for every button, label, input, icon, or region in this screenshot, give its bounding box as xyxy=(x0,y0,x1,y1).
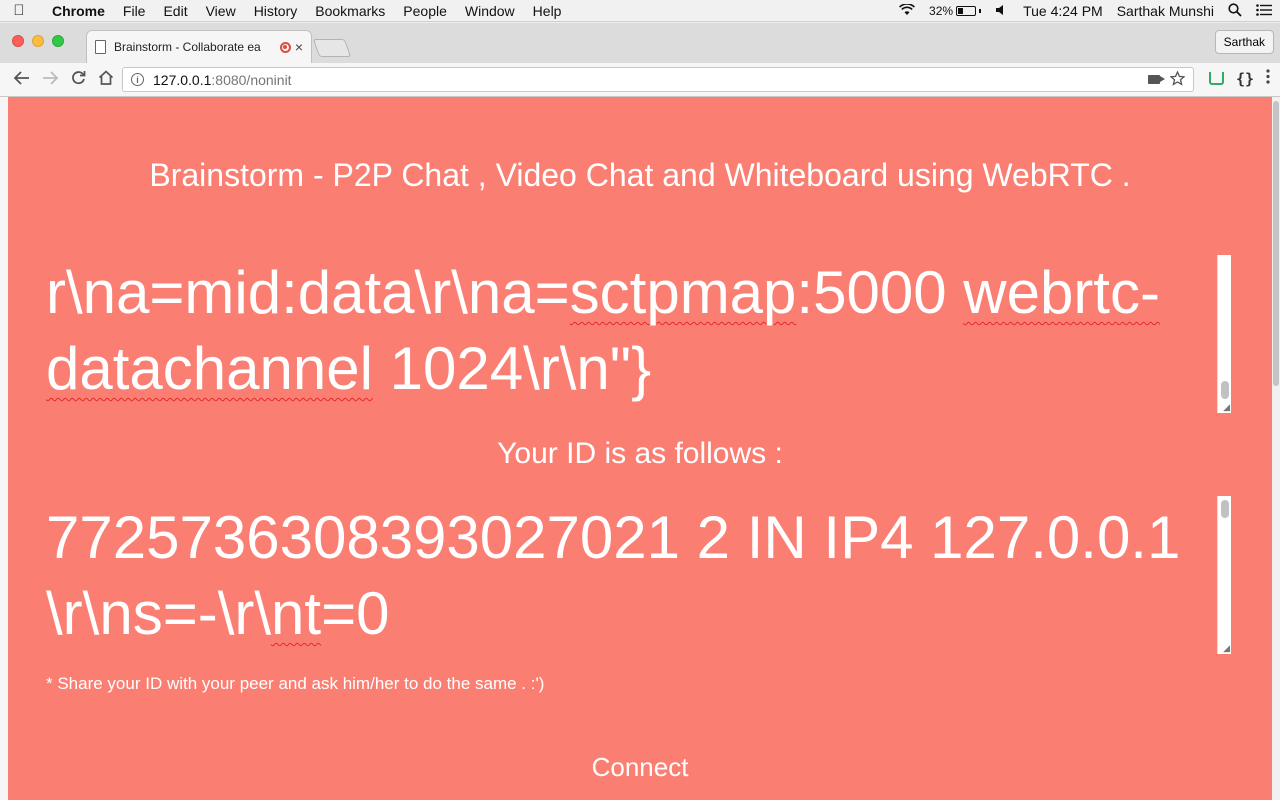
menu-window[interactable]: Window xyxy=(456,3,524,19)
extension-json-icon[interactable]: {} xyxy=(1236,70,1254,88)
profile-button[interactable]: Sarthak xyxy=(1214,30,1274,54)
star-icon[interactable] xyxy=(1169,69,1186,89)
menu-bookmarks[interactable]: Bookmarks xyxy=(306,3,394,19)
tab-brainstorm[interactable]: Brainstorm - Collaborate ea × xyxy=(86,30,312,63)
menu-app-chrome[interactable]: Chrome xyxy=(38,3,114,19)
tab-strip: Brainstorm - Collaborate ea × Sarthak xyxy=(0,23,1280,63)
connect-button[interactable]: Connect xyxy=(8,752,1272,783)
tab-close-icon[interactable]: × xyxy=(295,39,303,55)
camera-in-use-icon[interactable] xyxy=(1148,75,1165,84)
apple-icon[interactable]:  xyxy=(0,2,38,19)
offer-textarea[interactable]: r\na=mid:data\r\na=sctpmap:5000 webrtc- … xyxy=(46,255,1231,413)
offer-textarea-scrollbar[interactable] xyxy=(1217,255,1231,413)
site-info-icon[interactable]: i xyxy=(131,73,144,86)
offer-text: r\na=mid:data\r\na=sctpmap:5000 webrtc- … xyxy=(46,259,1160,402)
share-id-note: * Share your ID with your peer and ask h… xyxy=(46,674,545,693)
menu-people[interactable]: People xyxy=(394,3,456,19)
url-path: :8080/noninit xyxy=(211,71,292,88)
forward-arrow-icon[interactable] xyxy=(36,70,64,90)
battery-percent: 32% xyxy=(929,4,954,18)
scrollbar-thumb[interactable] xyxy=(1221,500,1229,518)
address-bar[interactable]: i 127.0.0.1:8080/noninit xyxy=(122,67,1194,92)
user-name[interactable]: Sarthak Munshi xyxy=(1117,3,1214,19)
your-id-textarea[interactable]: 7725736308393027021 2 IN IP4 127.0.0.1\r… xyxy=(46,496,1231,654)
menu-help[interactable]: Help xyxy=(524,3,571,19)
menu-edit[interactable]: Edit xyxy=(154,3,196,19)
home-icon[interactable] xyxy=(92,69,120,90)
your-id-textarea-scrollbar[interactable] xyxy=(1217,496,1231,654)
chrome-menu-icon[interactable] xyxy=(1266,69,1270,88)
spotlight-search-icon[interactable] xyxy=(1228,2,1242,20)
page-title: Brainstorm - P2P Chat , Video Chat and W… xyxy=(149,157,1131,193)
zoom-window-button[interactable] xyxy=(52,35,64,47)
wifi-icon[interactable] xyxy=(899,3,916,19)
extension-inbox-icon[interactable] xyxy=(1208,72,1224,85)
back-arrow-icon[interactable] xyxy=(8,70,36,90)
page-scrollbar[interactable] xyxy=(1272,97,1280,800)
menu-history[interactable]: History xyxy=(245,3,307,19)
battery-icon xyxy=(956,6,977,16)
page-scrollbar-thumb[interactable] xyxy=(1273,101,1279,386)
menu-view[interactable]: View xyxy=(197,3,245,19)
recording-icon xyxy=(279,41,291,53)
new-tab-button[interactable] xyxy=(312,39,352,57)
notification-center-icon[interactable] xyxy=(1256,3,1272,19)
your-id-text: 7725736308393027021 2 IN IP4 127.0.0.1\r… xyxy=(46,504,1181,647)
page-icon xyxy=(95,40,106,54)
window-controls xyxy=(12,35,64,47)
page-content: Brainstorm - P2P Chat , Video Chat and W… xyxy=(8,97,1272,800)
url-host: 127.0.0.1 xyxy=(153,71,212,88)
menu-file[interactable]: File xyxy=(114,3,155,19)
minimize-window-button[interactable] xyxy=(32,35,44,47)
resize-handle-icon[interactable]: ◢ xyxy=(1218,402,1230,412)
clock[interactable]: Tue 4:24 PM xyxy=(1023,3,1103,19)
your-id-label: Your ID is as follows : xyxy=(497,437,783,470)
browser-toolbar: i 127.0.0.1:8080/noninit {} xyxy=(0,63,1280,97)
page-left-margin xyxy=(0,97,8,800)
battery-indicator[interactable]: 32% xyxy=(929,4,982,18)
tab-title: Brainstorm - Collaborate ea xyxy=(114,40,261,54)
reload-icon[interactable] xyxy=(64,70,92,90)
volume-icon[interactable] xyxy=(995,3,1009,19)
close-window-button[interactable] xyxy=(12,35,24,47)
resize-handle-icon[interactable]: ◢ xyxy=(1218,643,1230,653)
scrollbar-thumb[interactable] xyxy=(1221,381,1229,399)
macos-menu-bar:  Chrome File Edit View History Bookmark… xyxy=(0,0,1280,22)
